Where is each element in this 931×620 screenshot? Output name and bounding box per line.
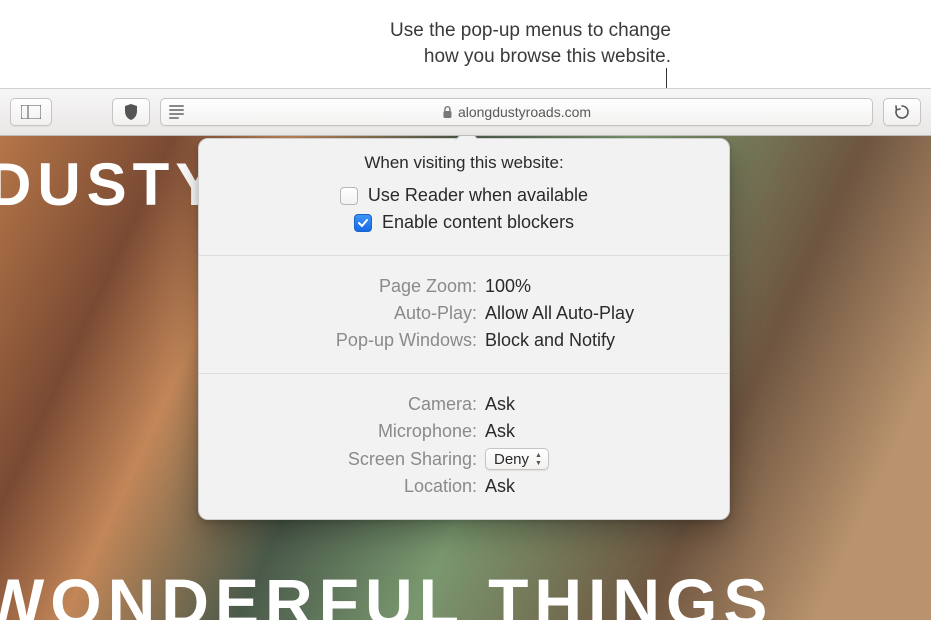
sidebar-toggle-button[interactable] [10, 98, 52, 126]
annotation-caption-line1: Use the pop-up menus to change [390, 20, 671, 41]
setting-row-microphone: Microphone: Ask [217, 421, 711, 442]
annotation-caption: Use the pop-up menus to change how you b… [390, 18, 671, 69]
checkbox-content-blockers-label: Enable content blockers [382, 212, 574, 233]
popover-section-general: When visiting this website: Use Reader w… [199, 139, 729, 255]
page-zoom-popup[interactable]: 100% [485, 276, 531, 297]
popover-title: When visiting this website: [217, 153, 711, 173]
setting-row-location: Location: Ask [217, 476, 711, 497]
sidebar-icon [21, 105, 41, 119]
popup-windows-popup[interactable]: Block and Notify [485, 330, 615, 351]
setting-row-auto-play: Auto-Play: Allow All Auto-Play [217, 303, 711, 324]
address-bar[interactable]: alongdustyroads.com [160, 98, 873, 126]
screen-sharing-popup[interactable]: Deny ▲▼ [485, 448, 549, 470]
checkbox-content-blockers[interactable] [354, 214, 372, 232]
screen-sharing-label: Screen Sharing: [217, 449, 485, 470]
auto-play-popup[interactable]: Allow All Auto-Play [485, 303, 634, 324]
page-zoom-label: Page Zoom: [217, 276, 485, 297]
annotation-caption-area: Use the pop-up menus to change how you b… [0, 0, 931, 88]
webpage-content: DUSTY R WONDERFUL THINGS When visiting t… [0, 136, 931, 620]
reader-icon[interactable] [169, 105, 184, 119]
popup-windows-label: Pop-up Windows: [217, 330, 485, 351]
shield-icon [123, 103, 139, 121]
address-bar-content: alongdustyroads.com [442, 104, 591, 120]
checkbox-reader[interactable] [340, 187, 358, 205]
website-settings-popover: When visiting this website: Use Reader w… [198, 138, 730, 520]
camera-popup[interactable]: Ask [485, 394, 515, 415]
lock-icon [442, 106, 452, 119]
annotation-caption-line2: how you browse this website. [424, 46, 671, 67]
checkbox-row-reader[interactable]: Use Reader when available [217, 185, 711, 206]
reload-button[interactable] [883, 98, 921, 126]
setting-row-screen-sharing: Screen Sharing: Deny ▲▼ [217, 448, 711, 470]
location-popup[interactable]: Ask [485, 476, 515, 497]
setting-row-camera: Camera: Ask [217, 394, 711, 415]
browser-toolbar: alongdustyroads.com [0, 88, 931, 136]
checkbox-reader-label: Use Reader when available [368, 185, 588, 206]
reload-icon [894, 104, 910, 120]
check-icon [357, 217, 369, 229]
chevron-updown-icon: ▲▼ [535, 452, 542, 467]
popover-section-permissions: Camera: Ask Microphone: Ask Screen Shari… [199, 373, 729, 519]
background-heading-bottom: WONDERFUL THINGS [0, 564, 773, 620]
popover-arrow [455, 136, 477, 140]
checkbox-row-content-blockers[interactable]: Enable content blockers [217, 212, 711, 233]
address-bar-host: alongdustyroads.com [458, 104, 591, 120]
setting-row-page-zoom: Page Zoom: 100% [217, 276, 711, 297]
privacy-report-button[interactable] [112, 98, 150, 126]
camera-label: Camera: [217, 394, 485, 415]
microphone-label: Microphone: [217, 421, 485, 442]
auto-play-label: Auto-Play: [217, 303, 485, 324]
microphone-popup[interactable]: Ask [485, 421, 515, 442]
setting-row-popup-windows: Pop-up Windows: Block and Notify [217, 330, 711, 351]
popover-section-display: Page Zoom: 100% Auto-Play: Allow All Aut… [199, 255, 729, 373]
location-label: Location: [217, 476, 485, 497]
